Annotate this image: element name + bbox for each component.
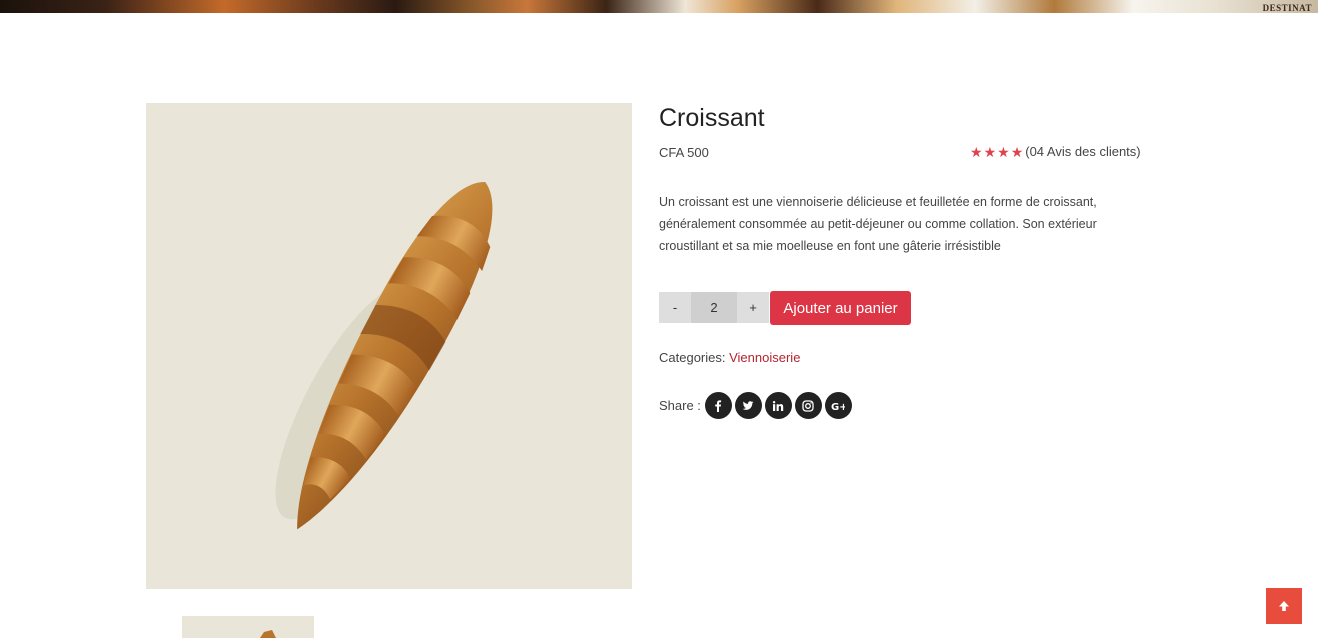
rating-stars: ★ ★ ★ ★ [970, 145, 1023, 159]
reviews-count[interactable]: (04 Avis des clients) [1025, 144, 1140, 159]
product-thumbnail[interactable] [182, 616, 314, 638]
star-icon: ★ [1010, 143, 1024, 160]
star-icon: ★ [983, 143, 997, 160]
arrow-up-icon [1279, 601, 1289, 611]
croissant-image [275, 181, 493, 530]
product-main-image[interactable] [146, 103, 632, 589]
google-plus-icon[interactable]: G+ [824, 392, 852, 419]
hero-banner: DESTINAT [0, 0, 1318, 13]
star-icon: ★ [970, 143, 983, 160]
category-link[interactable]: Viennoiserie [729, 350, 800, 365]
linkedin-icon[interactable] [764, 392, 792, 419]
product-title: Croissant [659, 104, 765, 132]
instagram-icon[interactable] [794, 392, 822, 419]
quantity-stepper: - + [659, 292, 769, 323]
share-bar: Share : G+ [659, 392, 855, 419]
product-price: CFA 500 [659, 145, 709, 160]
hero-banner-text: DESTINAT [1262, 3, 1312, 13]
back-to-top-button[interactable] [1266, 588, 1302, 624]
product-description: Un croissant est une viennoiserie délici… [659, 195, 1097, 253]
add-to-cart-button[interactable]: Ajouter au panier [770, 291, 911, 325]
increase-quantity-button[interactable]: + [737, 292, 769, 323]
categories-label: Categories: [659, 350, 726, 365]
product-rating: ★ ★ ★ ★ (04 Avis des clients) [970, 144, 1141, 159]
star-icon: ★ [997, 143, 1010, 160]
facebook-icon[interactable] [704, 392, 732, 419]
twitter-icon[interactable] [734, 392, 762, 419]
croissant-thumbnail-image [260, 630, 276, 638]
decrease-quantity-button[interactable]: - [659, 292, 691, 323]
quantity-input[interactable] [691, 292, 737, 323]
svg-text:G+: G+ [831, 402, 845, 412]
share-label: Share : [659, 398, 701, 413]
product-categories: Categories: Viennoiserie [659, 350, 800, 365]
